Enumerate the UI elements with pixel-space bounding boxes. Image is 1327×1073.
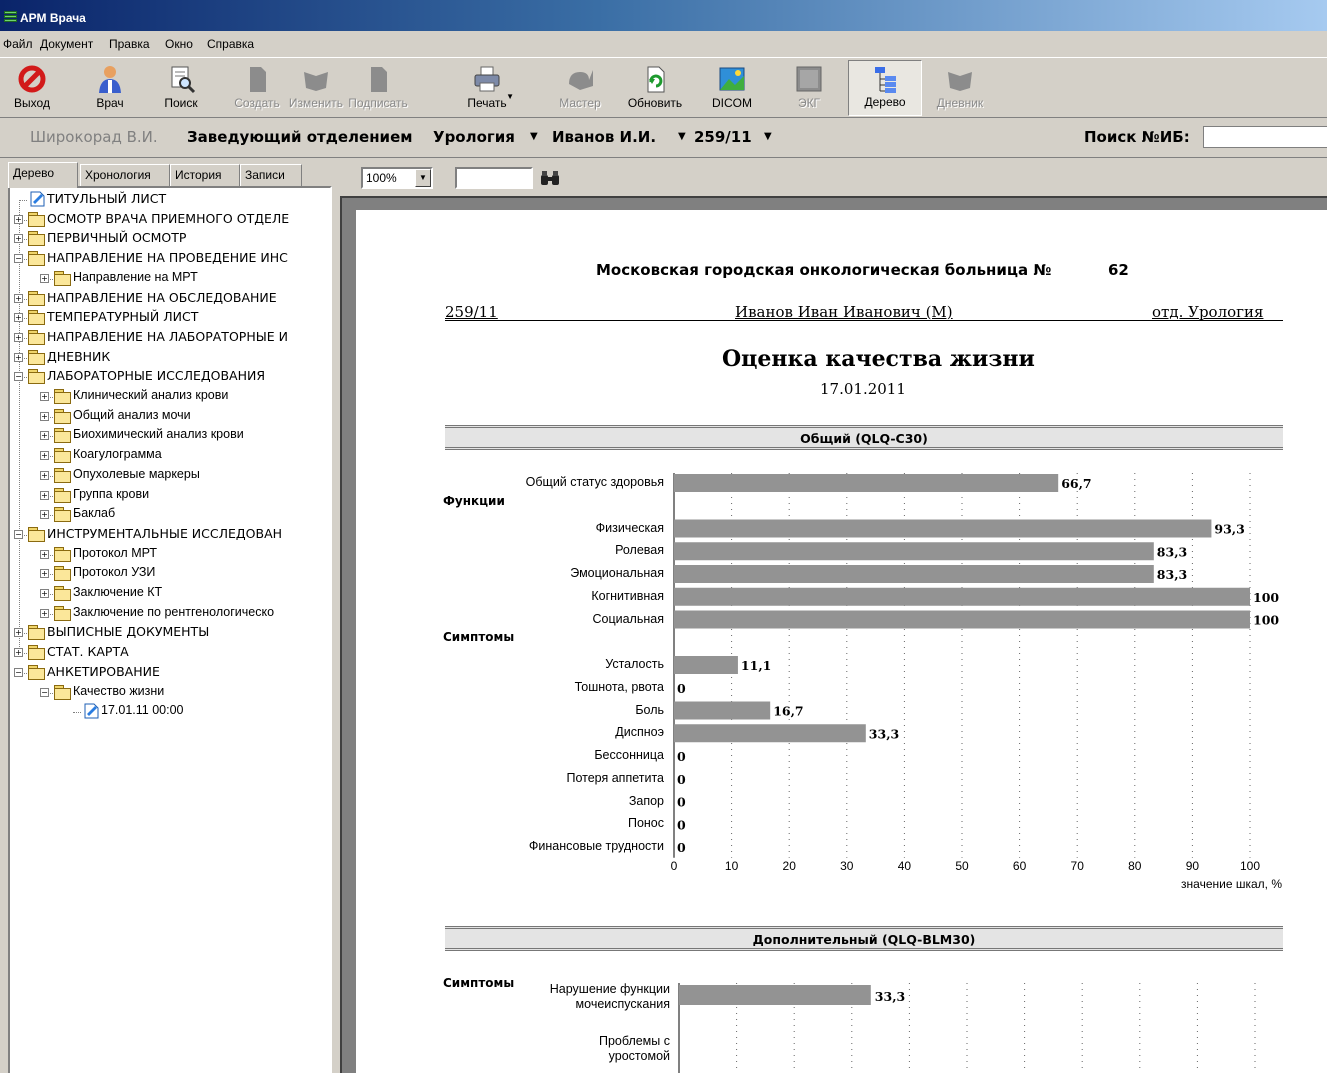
tab-tree[interactable]: Дерево: [8, 162, 78, 188]
value-label: 33,3: [875, 989, 905, 1004]
bar: [679, 985, 871, 1005]
category-label: Нарушение функции: [549, 982, 670, 996]
category-label: мочеиспускания: [575, 997, 670, 1011]
category-label: Проблемы с: [598, 1034, 670, 1048]
category-label: уростомой: [608, 1049, 670, 1063]
chart-qlq-blm30: 33,3: [678, 983, 1256, 1073]
